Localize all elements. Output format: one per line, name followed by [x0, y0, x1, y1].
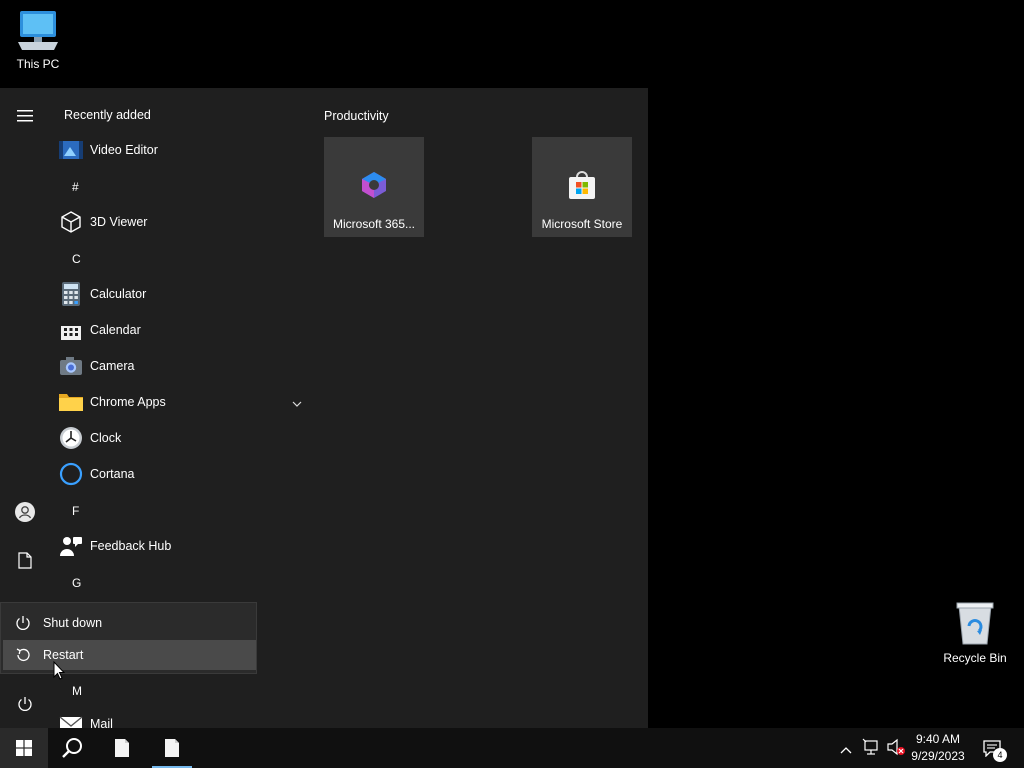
app-label: Feedback Hub [90, 539, 172, 553]
video-editor-icon [58, 137, 84, 163]
app-label: Calculator [90, 287, 147, 301]
chevron-up-icon[interactable] [840, 741, 852, 759]
app-label: Clock [90, 431, 122, 445]
restart-label: Restart [43, 648, 84, 662]
start-button[interactable] [0, 728, 48, 768]
app-label: Chrome Apps [90, 395, 166, 409]
app-calculator[interactable]: Calculator [58, 276, 308, 312]
system-clock[interactable]: 9:40 AM 9/29/2023 [906, 731, 970, 765]
tile-label: Microsoft Store [541, 217, 623, 231]
restart-menu-item[interactable]: Restart [3, 640, 256, 670]
this-pc-icon [18, 11, 58, 50]
clock-icon [58, 425, 84, 451]
app-label: 3D Viewer [90, 215, 148, 229]
section-letter-c[interactable]: C [72, 252, 81, 266]
volume-muted-icon[interactable] [886, 738, 906, 761]
clock-time: 9:40 AM [915, 732, 961, 746]
tile-microsoft-store[interactable]: Microsoft Store [532, 137, 632, 237]
shutdown-label: Shut down [43, 616, 103, 630]
windows-logo-icon [16, 740, 32, 756]
recycle-bin-shortcut[interactable]: Recycle Bin [936, 600, 1014, 665]
app-calendar[interactable]: Calendar [58, 312, 308, 348]
app-label: Camera [90, 359, 135, 373]
app-label: Mail [90, 717, 113, 728]
expand-menu-button[interactable] [5, 96, 45, 136]
user-avatar-icon [15, 502, 35, 522]
app-cortana[interactable]: Cortana [58, 456, 308, 492]
power-icon [3, 615, 43, 631]
shutdown-menu-item[interactable]: Shut down [3, 608, 256, 638]
app-label: Calendar [90, 323, 141, 337]
cube-icon [58, 209, 84, 235]
this-pc-shortcut[interactable]: This PC [0, 8, 76, 71]
network-icon[interactable] [862, 738, 880, 761]
taskbar-app-notepad-1[interactable] [98, 728, 146, 768]
notification-count-badge: 4 [993, 748, 1007, 762]
tile-label: Microsoft 365... [332, 217, 416, 231]
document-icon [115, 739, 129, 757]
feedback-hub-icon [58, 533, 84, 559]
taskbar-app-notepad-2[interactable] [148, 728, 196, 768]
calendar-icon [58, 317, 84, 343]
app-label: Cortana [90, 467, 135, 481]
mail-icon [58, 711, 84, 728]
this-pc-label: This PC [16, 57, 60, 71]
section-letter-g[interactable]: G [72, 576, 81, 590]
camera-icon [58, 353, 84, 379]
section-letter-m[interactable]: M [72, 684, 82, 698]
recycle-bin-icon [956, 602, 994, 645]
recycle-bin-label: Recycle Bin [943, 651, 1007, 665]
search-icon [62, 738, 82, 758]
taskbar: 9:40 AM 9/29/2023 4 [0, 728, 1024, 768]
app-3d-viewer[interactable]: 3D Viewer [58, 204, 308, 240]
recently-added-header: Recently added [64, 108, 151, 122]
tile-group-header[interactable]: Productivity [324, 109, 389, 123]
chevron-down-icon[interactable] [292, 396, 302, 410]
power-icon [18, 697, 32, 711]
clock-date: 9/29/2023 [911, 749, 965, 763]
section-letter-hash[interactable]: # [72, 180, 79, 194]
document-icon [165, 739, 179, 757]
app-label: Video Editor [90, 143, 158, 157]
search-button[interactable] [48, 728, 96, 768]
cortana-icon [58, 461, 84, 487]
documents-button[interactable] [5, 540, 45, 580]
hamburger-icon [17, 110, 33, 122]
microsoft-store-icon [566, 169, 598, 201]
tile-microsoft-365[interactable]: Microsoft 365... [324, 137, 424, 237]
mouse-cursor-icon [53, 660, 66, 685]
folder-icon [58, 389, 84, 415]
app-camera[interactable]: Camera [58, 348, 308, 384]
microsoft-365-icon [358, 169, 390, 201]
app-feedback-hub[interactable]: Feedback Hub [58, 528, 308, 564]
calculator-icon [58, 281, 84, 307]
account-button[interactable] [5, 492, 45, 532]
document-icon [18, 551, 32, 569]
section-letter-f[interactable]: F [72, 504, 79, 518]
app-mail[interactable]: Mail [58, 706, 308, 728]
app-clock[interactable]: Clock [58, 420, 308, 456]
power-menu: Shut down Restart [0, 602, 257, 674]
app-chrome-apps-folder[interactable]: Chrome Apps [58, 384, 308, 420]
app-video-editor[interactable]: Video Editor [58, 132, 308, 168]
restart-icon [3, 647, 43, 663]
power-button[interactable] [5, 684, 45, 724]
